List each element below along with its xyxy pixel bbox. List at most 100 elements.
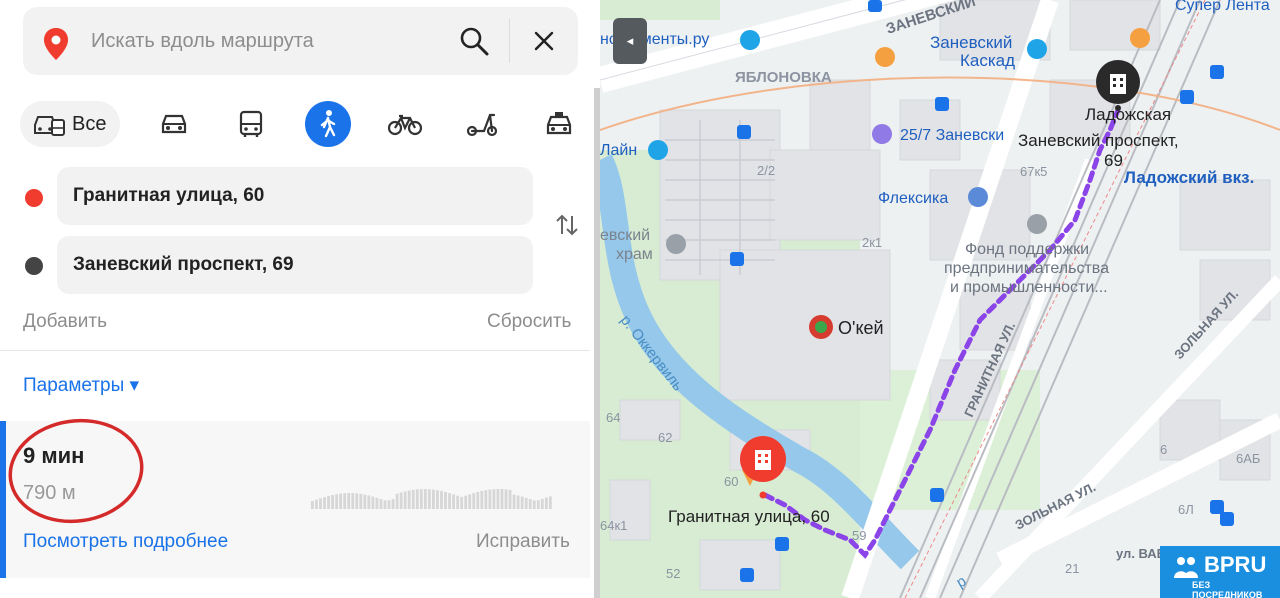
close-button[interactable]	[526, 23, 562, 59]
hotel-icon	[872, 124, 892, 144]
business-icon	[1027, 214, 1047, 234]
food-icon	[875, 47, 895, 67]
station-label: Ладожский вкз.	[1124, 168, 1254, 187]
elevation-bar	[355, 493, 359, 509]
elevation-bar	[407, 490, 411, 509]
poi-label: Каскад	[960, 51, 1015, 70]
elevation-bar	[508, 489, 512, 509]
search-input[interactable]	[91, 23, 451, 59]
view-details-link[interactable]: Посмотреть подробнее	[23, 531, 228, 553]
elevation-bar	[472, 493, 476, 509]
search-divider	[509, 19, 510, 63]
elevation-bar	[492, 489, 496, 509]
start-label: Гранитная улица, 60	[668, 507, 830, 526]
search-button[interactable]	[456, 23, 492, 59]
people-logo-icon	[1174, 557, 1198, 578]
all-modes-icon	[34, 116, 65, 136]
walk-icon	[320, 110, 336, 138]
poi-label: предпринимательства	[944, 260, 1109, 277]
mode-walk-button[interactable]	[305, 101, 351, 147]
house-number: 6Л	[1178, 502, 1194, 517]
shop-icon	[1027, 39, 1047, 59]
badge-subtitle: БЕЗ ПОСРЕДНИКОВ	[1192, 580, 1263, 598]
elevation-bar	[528, 499, 532, 509]
fix-route-link[interactable]: Исправить	[476, 531, 570, 553]
mode-taxi-button[interactable]	[536, 101, 582, 147]
taxi-icon	[546, 112, 572, 135]
elevation-bar	[524, 497, 528, 509]
bus-icon	[239, 110, 263, 137]
house-number: 6	[1160, 442, 1167, 457]
add-waypoint-link[interactable]: Добавить	[23, 311, 107, 333]
church-icon	[666, 234, 686, 254]
poi-label: 25/7 Заневски	[900, 127, 1004, 144]
street-label: ул. ВАВ	[1116, 546, 1166, 561]
chevron-left-icon: ◂	[626, 33, 634, 48]
car-icon	[161, 114, 187, 134]
location-pin-icon	[44, 28, 68, 60]
waypoint-to	[57, 236, 533, 294]
elevation-bar	[488, 489, 492, 509]
bpru-watermark: BPRU БЕЗ ПОСРЕДНИКОВ	[1160, 546, 1280, 598]
poi-label: Фонд поддержки	[965, 241, 1089, 258]
elevation-bar	[444, 492, 447, 509]
scooter-icon	[466, 113, 498, 137]
poi-label: Лайн	[600, 142, 637, 159]
parameters-dropdown[interactable]: Параметры ▾	[23, 374, 139, 397]
to-field[interactable]	[73, 249, 513, 281]
elevation-bar	[448, 493, 451, 509]
mode-car-button[interactable]	[151, 101, 197, 147]
elevation-bar	[452, 494, 455, 509]
route-time: 9 мин	[23, 443, 85, 468]
elevation-bar	[460, 496, 464, 509]
poi-label: евский	[600, 227, 650, 244]
from-field[interactable]	[73, 180, 513, 212]
metro-label: Ладожская	[1085, 105, 1171, 124]
elevation-bar	[327, 495, 330, 509]
elevation-bar	[335, 494, 339, 509]
elevation-bar	[363, 494, 367, 509]
elevation-bar	[496, 489, 500, 509]
elevation-bar	[423, 489, 427, 509]
reset-link[interactable]: Сбросить	[487, 311, 571, 333]
mode-bike-button[interactable]	[382, 101, 428, 147]
swap-button[interactable]	[551, 209, 583, 241]
elevation-profile	[311, 489, 552, 509]
poi-label: Заневский	[930, 33, 1012, 52]
start-point-dot	[25, 189, 43, 207]
route-panel: Все	[0, 0, 600, 598]
mode-bus-button[interactable]	[228, 101, 274, 147]
mode-scooter-button[interactable]	[459, 101, 505, 147]
elevation-bar	[536, 500, 540, 509]
elevation-bar	[411, 489, 415, 509]
swap-arrows-icon	[556, 214, 578, 236]
house-number: 6АБ	[1236, 451, 1260, 466]
elevation-bar	[436, 490, 439, 509]
elevation-bar	[512, 494, 516, 509]
elevation-bar	[359, 493, 363, 509]
house-number: 2/2	[757, 163, 775, 178]
collapse-panel-button[interactable]: ◂	[613, 18, 647, 64]
house-number: 60	[724, 474, 738, 489]
search-icon	[460, 27, 489, 56]
waypoint-from	[57, 167, 533, 225]
transport-modes: Все	[20, 101, 580, 147]
house-number: 59	[852, 528, 866, 543]
elevation-bar	[540, 498, 544, 509]
elevation-bar	[415, 489, 419, 509]
elevation-bar	[395, 493, 399, 509]
elevation-bar	[504, 489, 508, 509]
elevation-bar	[375, 497, 379, 509]
destination-label: Заневский проспект,	[1018, 131, 1179, 150]
elevation-bar	[383, 500, 387, 509]
route-option-card[interactable]: 9 мин 790 м Посмотреть подробнее Исправи…	[0, 421, 590, 578]
mode-all-button[interactable]: Все	[20, 101, 120, 147]
search-bar	[23, 7, 578, 75]
map-view[interactable]: ЗАНЕВСКИЙ Супер Лента нструменты.ру Зане…	[600, 0, 1280, 598]
elevation-bar	[432, 489, 435, 509]
end-point-dot	[25, 257, 43, 275]
elevation-bar	[387, 500, 391, 509]
elevation-bar	[464, 495, 468, 509]
elevation-bar	[351, 493, 355, 509]
elevation-bar	[516, 495, 520, 509]
